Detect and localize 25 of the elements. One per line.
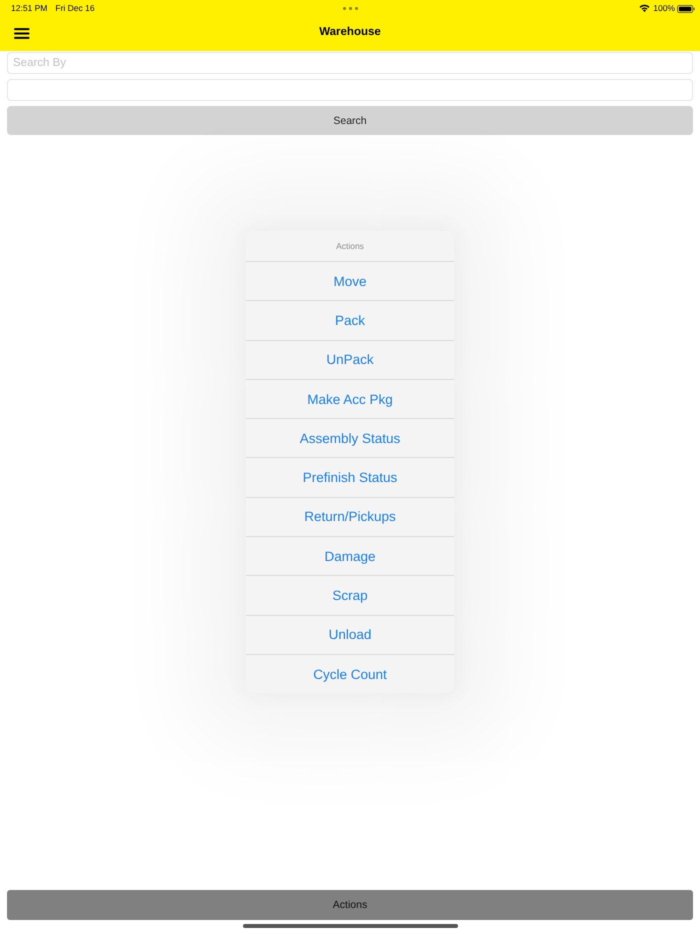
- action-item[interactable]: Unload: [246, 614, 454, 654]
- action-item[interactable]: Cycle Count: [246, 654, 454, 694]
- search-button[interactable]: Search: [7, 106, 693, 135]
- battery-icon: [677, 4, 695, 12]
- action-item[interactable]: Move: [246, 261, 454, 300]
- action-item[interactable]: Prefinish Status: [246, 457, 454, 497]
- menu-button[interactable]: [14, 28, 30, 38]
- battery-percent: 100%: [653, 3, 675, 14]
- action-item[interactable]: Return/Pickups: [246, 496, 454, 536]
- action-item[interactable]: Damage: [246, 536, 454, 576]
- nav-title: Warehouse: [319, 26, 381, 38]
- action-item[interactable]: Make Acc Pkg: [246, 378, 454, 418]
- action-item[interactable]: Scrap: [246, 575, 454, 615]
- actions-button[interactable]: Actions: [7, 890, 693, 920]
- action-item[interactable]: UnPack: [246, 340, 454, 379]
- action-item[interactable]: Assembly Status: [246, 418, 454, 458]
- menu-icon: [14, 28, 30, 38]
- action-item[interactable]: Pack: [246, 300, 454, 340]
- status-time: 12:51 PM: [11, 3, 48, 14]
- search-by-field[interactable]: Search By: [7, 52, 693, 74]
- status-date: Fri Dec 16: [55, 3, 95, 14]
- input-field[interactable]: [7, 79, 693, 101]
- more-dots-icon[interactable]: [343, 7, 358, 10]
- wifi-icon: [639, 4, 650, 13]
- action-sheet-title: Actions: [336, 241, 364, 251]
